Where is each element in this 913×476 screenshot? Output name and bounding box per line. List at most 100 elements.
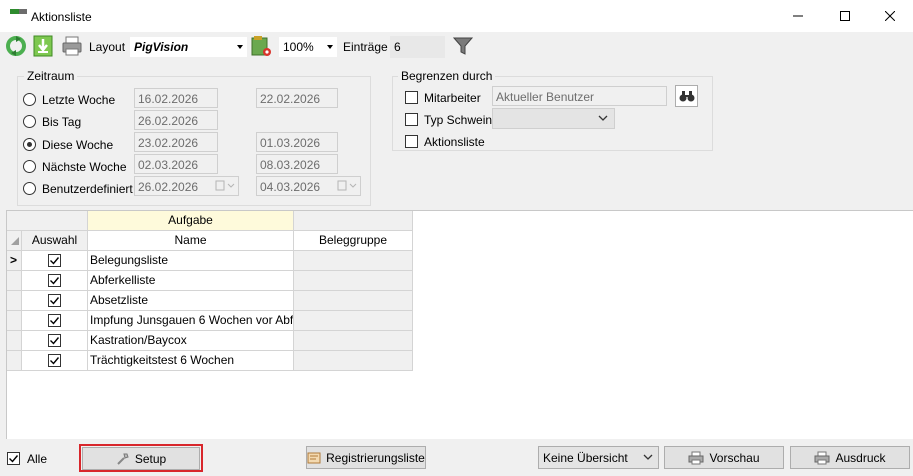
alle-checkbox[interactable]	[7, 452, 20, 465]
corner-triangle-icon	[11, 237, 19, 245]
beleggruppe-cell[interactable]	[294, 331, 413, 351]
maximize-button[interactable]	[822, 0, 868, 32]
typ-schwein-label: Typ Schwein	[424, 113, 493, 127]
row-header-corner	[7, 231, 22, 251]
export-button[interactable]	[31, 34, 55, 58]
typ-schwein-checkbox[interactable]	[405, 113, 418, 126]
check-icon	[50, 277, 60, 285]
name-cell[interactable]: Belegungsliste	[88, 251, 294, 271]
auswahl-checkbox[interactable]	[48, 254, 61, 267]
beleggruppe-cell[interactable]	[294, 291, 413, 311]
close-button[interactable]	[867, 0, 913, 32]
chevron-down-icon	[237, 45, 243, 49]
zoom-select[interactable]: 100%	[278, 36, 338, 58]
check-icon	[50, 297, 60, 305]
ausdruck-button[interactable]: Ausdruck	[790, 446, 910, 469]
label-bis-tag: Bis Tag	[42, 115, 82, 129]
to-naechste-woche: 08.03.2026	[256, 154, 338, 174]
layout-settings-button[interactable]	[250, 34, 274, 58]
setup-button-label: Setup	[134, 451, 167, 466]
column-header-name[interactable]: Name	[88, 231, 294, 251]
beleggruppe-cell[interactable]	[294, 251, 413, 271]
auswahl-checkbox[interactable]	[48, 274, 61, 287]
register-icon	[307, 452, 321, 463]
label-naechste-woche: Nächste Woche	[42, 160, 127, 174]
vorschau-button[interactable]: Vorschau	[664, 446, 784, 469]
name-cell[interactable]: Impfung Junsgauen 6 Wochen vor Abferk	[88, 311, 294, 331]
row-header[interactable]	[7, 291, 22, 311]
uebersicht-value: Keine Übersicht	[543, 451, 628, 465]
chevron-down-icon	[598, 115, 608, 121]
auswahl-cell[interactable]	[22, 311, 88, 331]
radio-benutzerdefiniert[interactable]	[23, 182, 36, 195]
minimize-button[interactable]	[775, 0, 821, 32]
auswahl-checkbox[interactable]	[48, 354, 61, 367]
typ-schwein-select[interactable]	[492, 108, 615, 129]
layout-select[interactable]: PigVision	[129, 36, 248, 58]
row-header[interactable]	[7, 271, 22, 291]
filter-button[interactable]	[451, 34, 475, 58]
column-header-auswahl[interactable]: Auswahl	[22, 231, 88, 251]
beleggruppe-cell[interactable]	[294, 271, 413, 291]
chevron-down-icon	[643, 454, 653, 460]
uebersicht-select[interactable]: Keine Übersicht	[538, 446, 659, 469]
column-header-beleggruppe[interactable]: Beleggruppe	[294, 231, 413, 251]
radio-bis-tag[interactable]	[23, 115, 36, 128]
row-header[interactable]	[7, 311, 22, 331]
name-cell[interactable]: Trächtigkeitstest 6 Wochen	[88, 351, 294, 371]
auswahl-checkbox[interactable]	[48, 294, 61, 307]
wrench-icon	[117, 453, 129, 465]
auswahl-cell[interactable]	[22, 291, 88, 311]
entries-count: 6	[390, 36, 445, 58]
row-header[interactable]: >	[7, 251, 22, 271]
radio-letzte-woche[interactable]	[23, 93, 36, 106]
print-button[interactable]	[60, 34, 84, 58]
auswahl-cell[interactable]	[22, 271, 88, 291]
from-benutzerdefiniert: 26.02.2026	[138, 180, 199, 194]
check-icon	[50, 337, 60, 345]
beleggruppe-cell[interactable]	[294, 311, 413, 331]
layout-select-value: PigVision	[134, 40, 189, 54]
aufgaben-grid: Aufgabe Auswahl Name Beleggruppe > Belegu…	[6, 210, 913, 439]
registrierungsliste-label: Registrierungsliste	[326, 450, 425, 465]
label-diese-woche: Diese Woche	[42, 138, 114, 152]
auswahl-cell[interactable]	[22, 251, 88, 271]
setup-button[interactable]: Setup	[82, 447, 200, 470]
radio-naechste-woche[interactable]	[23, 160, 36, 173]
band-header-empty	[294, 211, 413, 231]
label-benutzerdefiniert: Benutzerdefiniert	[42, 182, 133, 196]
select-mitarbeiter-button[interactable]	[675, 85, 698, 107]
zeitraum-legend: Zeitraum	[24, 69, 78, 83]
row-header[interactable]	[7, 331, 22, 351]
printer-icon	[688, 451, 704, 464]
mitarbeiter-field: Aktueller Benutzer	[492, 86, 667, 106]
zoom-select-value: 100%	[283, 40, 314, 54]
auswahl-cell[interactable]	[22, 331, 88, 351]
registrierungsliste-button[interactable]: Registrierungsliste	[306, 446, 426, 469]
beleggruppe-cell[interactable]	[294, 351, 413, 371]
grid-corner	[7, 211, 88, 231]
vorschau-label: Vorschau	[709, 450, 760, 465]
maximize-icon	[840, 11, 850, 21]
calendar-dropdown-icon	[215, 180, 235, 191]
aktionsliste-checkbox[interactable]	[405, 135, 418, 148]
name-cell[interactable]: Abferkelliste	[88, 271, 294, 291]
close-icon	[885, 11, 895, 21]
auswahl-checkbox[interactable]	[48, 334, 61, 347]
radio-diese-woche[interactable]	[23, 138, 36, 151]
auswahl-cell[interactable]	[22, 351, 88, 371]
from-diese-woche: 23.02.2026	[134, 132, 218, 152]
name-cell[interactable]: Kastration/Baycox	[88, 331, 294, 351]
name-cell[interactable]: Absetzliste	[88, 291, 294, 311]
from-bis-tag: 26.02.2026	[134, 110, 218, 130]
auswahl-checkbox[interactable]	[48, 314, 61, 327]
from-date-picker[interactable]: 26.02.2026	[134, 176, 239, 196]
label-letzte-woche: Letzte Woche	[42, 93, 116, 107]
window-title: Aktionsliste	[31, 10, 92, 24]
refresh-button[interactable]	[4, 34, 28, 58]
refresh-icon	[6, 36, 26, 56]
ausdruck-label: Ausdruck	[835, 450, 886, 465]
row-header[interactable]	[7, 351, 22, 371]
to-date-picker[interactable]: 04.03.2026	[256, 176, 361, 196]
mitarbeiter-checkbox[interactable]	[405, 91, 418, 104]
